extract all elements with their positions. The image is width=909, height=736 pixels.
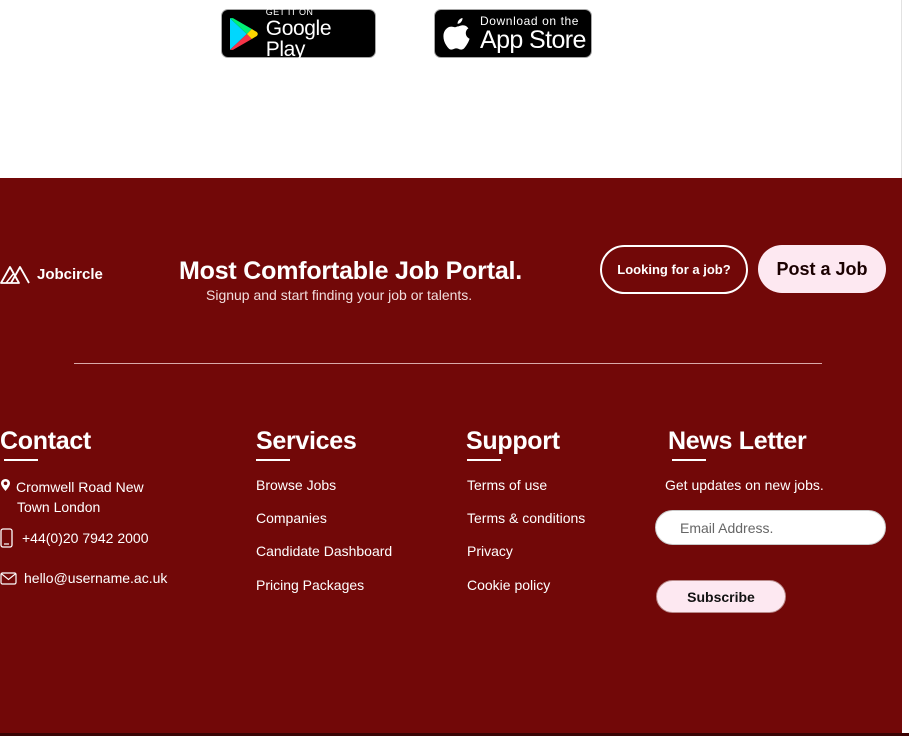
apple-icon [443, 17, 470, 50]
services-title-underline [256, 459, 290, 461]
support-title: Support [466, 427, 560, 455]
mountain-logo-icon [0, 266, 30, 284]
looking-for-job-button[interactable]: Looking for a job? [600, 245, 748, 294]
post-job-button[interactable]: Post a Job [758, 245, 886, 293]
newsletter-text: Get updates on new jobs. [665, 477, 824, 493]
contact-address: Cromwell Road New Town London [0, 477, 144, 517]
contact-email[interactable]: hello@username.ac.uk [0, 570, 167, 586]
contact-title: Contact [0, 427, 91, 455]
support-link-privacy[interactable]: Privacy [467, 543, 513, 559]
contact-address-line2: Town London [17, 499, 101, 515]
newsletter-title: News Letter [668, 427, 807, 455]
services-link-pricing-packages[interactable]: Pricing Packages [256, 577, 364, 593]
location-pin-icon [1, 479, 10, 491]
support-link-terms-of-use[interactable]: Terms of use [467, 477, 547, 493]
mail-icon [0, 571, 17, 585]
services-link-candidate-dashboard[interactable]: Candidate Dashboard [256, 543, 392, 559]
services-link-companies[interactable]: Companies [256, 510, 327, 526]
subscribe-button[interactable]: Subscribe [656, 580, 786, 613]
google-play-big-text: Google Play [265, 16, 332, 61]
services-link-browse-jobs[interactable]: Browse Jobs [256, 477, 336, 493]
contact-phone[interactable]: +44(0)20 7942 2000 [0, 528, 149, 548]
contact-address-line1: Cromwell Road New [16, 479, 144, 495]
support-link-cookie-policy[interactable]: Cookie policy [467, 577, 550, 593]
footer-divider [74, 363, 822, 364]
tagline: Most Comfortable Job Portal. Signup and … [179, 257, 549, 303]
app-store-small-text: Download on the [480, 13, 580, 28]
app-store-badge[interactable]: Download on the App Store [434, 9, 592, 58]
brand-logo[interactable]: Jobcircle [0, 263, 103, 285]
phone-icon [0, 528, 13, 548]
services-title: Services [256, 427, 357, 455]
contact-phone-text: +44(0)20 7942 2000 [22, 530, 149, 546]
support-title-underline [467, 459, 501, 461]
google-play-badge[interactable]: GET IT ON Google Play [221, 6, 376, 61]
google-play-small-text: GET IT ON [265, 6, 314, 17]
scrollbar-track-top [901, 0, 909, 178]
google-play-icon [229, 17, 258, 50]
support-link-terms-conditions[interactable]: Terms & conditions [467, 510, 585, 526]
brand-name: Jobcircle [37, 265, 103, 283]
newsletter-email-input[interactable] [655, 510, 886, 545]
contact-email-text: hello@username.ac.uk [24, 570, 168, 586]
newsletter-title-underline [672, 459, 706, 461]
scrollbar-track [902, 178, 909, 736]
tagline-subtext: Signup and start finding your job or tal… [206, 287, 473, 303]
tagline-headline: Most Comfortable Job Portal. [179, 257, 523, 285]
contact-title-underline [4, 459, 38, 461]
app-store-big-text: App Store [480, 25, 586, 54]
